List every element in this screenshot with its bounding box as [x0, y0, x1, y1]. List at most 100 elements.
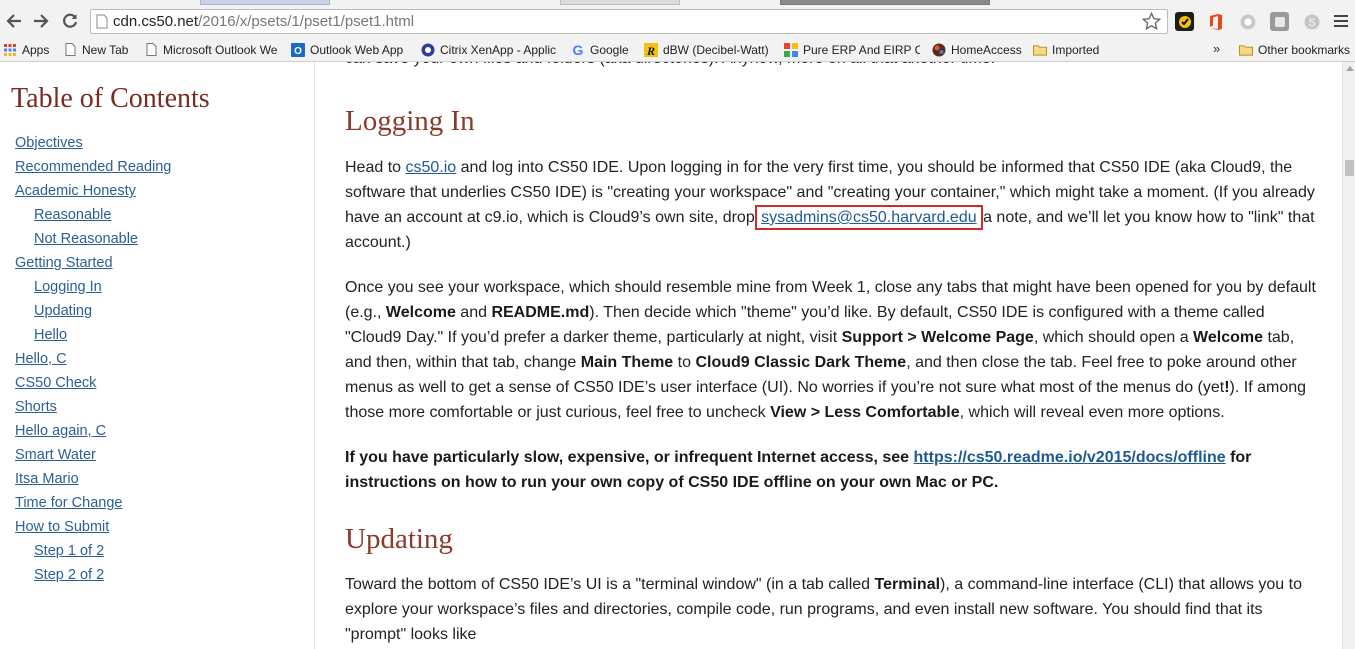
toc-link-hello[interactable]: Hello	[34, 327, 67, 343]
toc-link-step-1-of-2[interactable]: Step 1 of 2	[34, 543, 104, 559]
bookmark-label: Imported	[1052, 42, 1100, 57]
toc-item: Smart Water	[15, 446, 171, 470]
main-content: can save your own files and folders (aka…	[316, 62, 1342, 649]
toc-link-time-for-change[interactable]: Time for Change	[15, 495, 122, 511]
toc-link-updating[interactable]: Updating	[34, 303, 92, 319]
reload-icon	[63, 13, 78, 28]
toc-item: Time for Change	[15, 494, 171, 518]
toc-link-hello-again-c[interactable]: Hello again, C	[15, 423, 106, 439]
toc-link-logging-in[interactable]: Logging In	[34, 279, 102, 295]
toc-link-reasonable[interactable]: Reasonable	[34, 207, 111, 223]
toc-link-step-2-of-2[interactable]: Step 2 of 2	[34, 567, 104, 583]
toc-link-cs50-check[interactable]: CS50 Check	[15, 375, 96, 391]
bookmark-label: Other bookmarks	[1258, 42, 1351, 57]
bookmark-pure-erp[interactable]: Pure ERP And EIRP Ca	[784, 41, 920, 58]
svg-text:O: O	[294, 46, 302, 57]
svg-text:G: G	[573, 43, 584, 57]
browser-tab-active[interactable]	[200, 0, 330, 5]
page-info-icon[interactable]	[91, 10, 113, 33]
toc-item: Shorts	[15, 398, 171, 422]
bookmark-new-tab[interactable]: New Tab	[63, 41, 128, 58]
heading-logging-in: Logging In	[345, 105, 475, 137]
bookmark-star-icon[interactable]	[1142, 12, 1161, 31]
toc-item: Hello, C	[15, 350, 171, 374]
bookmarks-overflow-button[interactable]: »	[1213, 41, 1220, 56]
link-cs50-io[interactable]: cs50.io	[405, 159, 456, 176]
bookmark-microsoft-outlook[interactable]: Microsoft Outlook We	[144, 41, 280, 58]
toc-item: Hello again, C	[15, 422, 171, 446]
toc-link-smart-water[interactable]: Smart Water	[15, 447, 96, 463]
scrollbar-thumb[interactable]	[1345, 160, 1354, 176]
svg-text:R: R	[646, 44, 655, 57]
bookmark-folder-imported[interactable]: Imported	[1033, 41, 1099, 58]
citrix-icon	[421, 43, 435, 57]
bookmark-label: Apps	[22, 42, 50, 57]
browser-tab[interactable]	[560, 0, 680, 5]
toc-link-shorts[interactable]: Shorts	[15, 399, 57, 415]
page-icon	[144, 43, 158, 57]
url-text[interactable]: cdn.cs50.net/2016/x/psets/1/pset1/pset1.…	[113, 13, 414, 30]
scroll-up-arrow-icon[interactable]	[1346, 66, 1354, 71]
toc-item: Getting Started	[15, 254, 171, 278]
bookmark-homeaccess[interactable]: HomeAccess	[932, 41, 1022, 58]
erp-icon	[784, 42, 798, 57]
toc-item: Updating	[15, 302, 171, 326]
bookmark-outlook-web-app[interactable]: O Outlook Web App	[291, 41, 403, 58]
toc-item: How to Submit	[15, 518, 171, 542]
toc-link-getting-started[interactable]: Getting Started	[15, 255, 113, 271]
outlook-icon: O	[291, 42, 305, 57]
toc-link-how-to-submit[interactable]: How to Submit	[15, 519, 109, 535]
toc-item: Step 2 of 2	[15, 566, 171, 590]
folder-icon	[1239, 43, 1253, 57]
svg-text:S: S	[1308, 17, 1315, 29]
bookmark-google[interactable]: G Google	[571, 41, 629, 58]
link-sysadmins-email[interactable]: sysadmins@cs50.harvard.edu	[755, 205, 983, 230]
toc-item: Logging In	[15, 278, 171, 302]
toc-item: Academic Honesty	[15, 182, 171, 206]
forward-arrow-icon	[34, 14, 49, 28]
bookmark-label: New Tab	[82, 42, 129, 57]
chrome-menu-button[interactable]	[1331, 11, 1351, 31]
back-button[interactable]	[2, 9, 26, 33]
bookmark-label: Outlook Web App	[310, 42, 404, 57]
google-icon: G	[571, 43, 585, 57]
dbw-icon: R	[644, 42, 658, 57]
bookmark-citrix[interactable]: Citrix XenApp - Applic	[421, 41, 559, 58]
other-bookmarks[interactable]: Other bookmarks	[1239, 41, 1350, 58]
page-scrollbar[interactable]	[1342, 62, 1355, 649]
forward-button[interactable]	[29, 9, 53, 33]
bookmark-label: Citrix XenApp - Applic	[440, 42, 557, 57]
bookmarks-bar: Apps New Tab Microsoft Outlook We O Outl…	[0, 37, 1355, 62]
reload-button[interactable]	[58, 9, 82, 33]
bookmark-label: HomeAccess	[951, 42, 1022, 57]
link-offline-docs[interactable]: https://cs50.readme.io/v2015/docs/offlin…	[914, 449, 1226, 466]
toc-item: Reasonable	[15, 206, 171, 230]
toc-link-academic-honesty[interactable]: Academic Honesty	[15, 183, 136, 199]
toc-link-itsa-mario[interactable]: Itsa Mario	[15, 471, 79, 487]
homeaccess-icon	[932, 43, 946, 57]
toc-link-objectives[interactable]: Objectives	[15, 135, 83, 151]
url-path: /2016/x/psets/1/pset1/pset1.html	[198, 13, 415, 30]
bookmark-dbw[interactable]: R dBW (Decibel-Watt)	[644, 41, 769, 58]
toc-link-recommended-reading[interactable]: Recommended Reading	[15, 159, 171, 175]
address-bar[interactable]: cdn.cs50.net/2016/x/psets/1/pset1/pset1.…	[90, 9, 1168, 34]
browser-toolbar: cdn.cs50.net/2016/x/psets/1/pset1/pset1.…	[0, 6, 1355, 37]
office-extension-icon[interactable]	[1206, 12, 1225, 31]
browser-tab[interactable]	[780, 0, 990, 5]
skype-extension-icon[interactable]: S	[1302, 12, 1321, 31]
toc-link-hello-c[interactable]: Hello, C	[15, 351, 67, 367]
grey-square-extension-icon[interactable]	[1270, 12, 1289, 31]
bookmark-apps[interactable]: Apps	[3, 41, 49, 58]
toc-item: Itsa Mario	[15, 470, 171, 494]
url-host: cdn.cs50.net	[113, 13, 199, 30]
logging-in-paragraph-2: Once you see your workspace, which shoul…	[345, 279, 1316, 421]
toc-list: Objectives Recommended Reading Academic …	[15, 134, 171, 590]
norton-extension-icon[interactable]	[1175, 12, 1194, 31]
toc-item: Hello	[15, 326, 171, 350]
bookmark-label: dBW (Decibel-Watt)	[663, 42, 769, 57]
folder-icon	[1033, 43, 1047, 57]
bookmark-label: Google	[590, 42, 629, 57]
grey-circle-extension-icon[interactable]	[1238, 12, 1257, 31]
heading-updating: Updating	[345, 523, 453, 555]
toc-link-not-reasonable[interactable]: Not Reasonable	[34, 231, 138, 247]
